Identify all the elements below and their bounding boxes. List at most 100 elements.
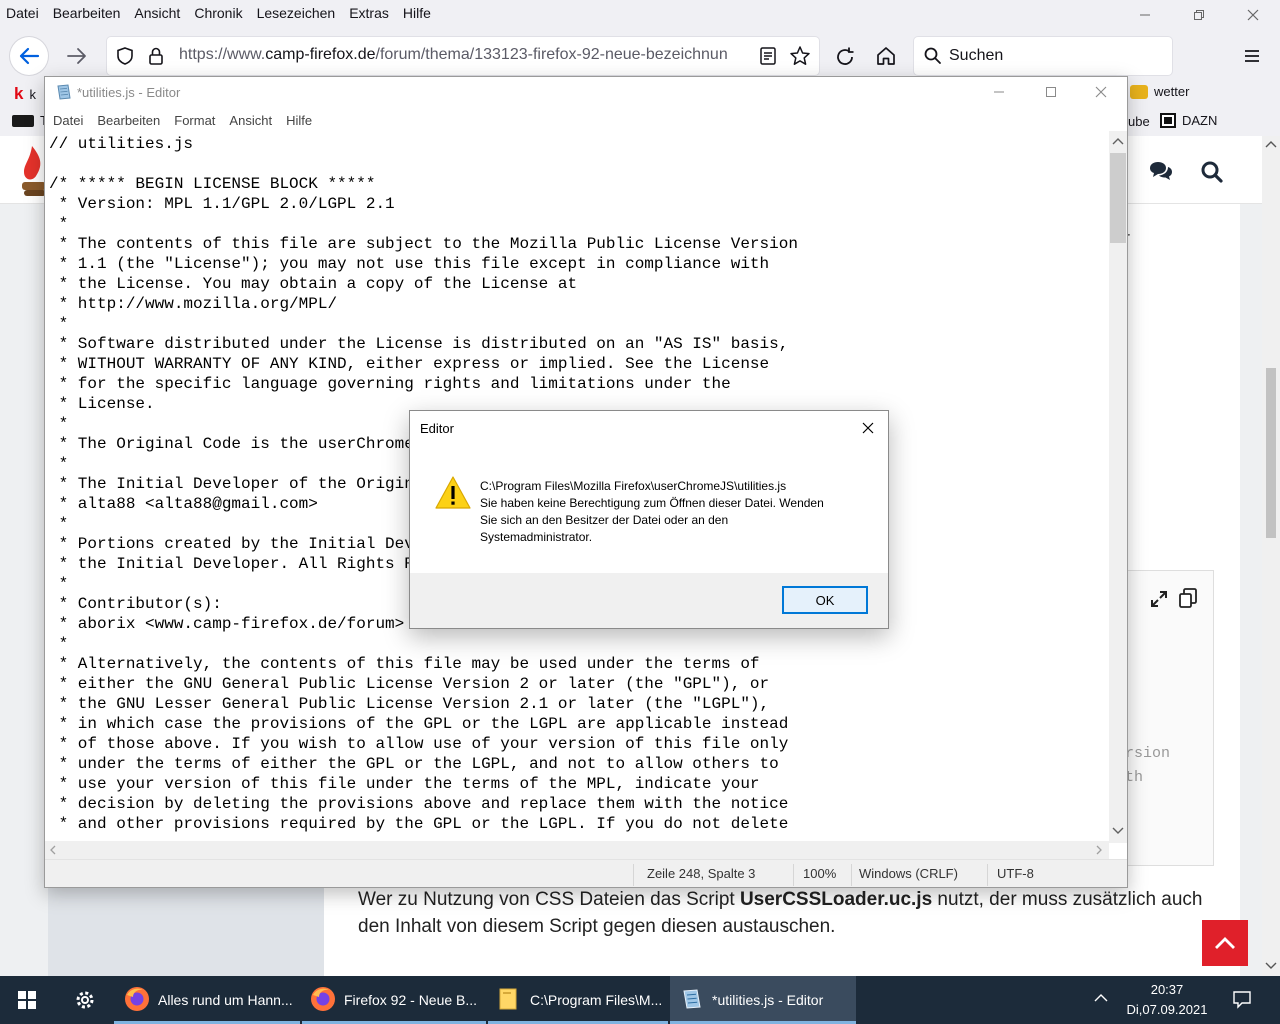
dazn-icon: [1160, 113, 1176, 128]
taskbar-app-label: C:\Program Files\M...: [530, 992, 663, 1008]
copy-icon: [1179, 588, 1197, 608]
notepad-titlebar[interactable]: *utilities.js - Editor: [45, 77, 1127, 109]
page-scrollbar-thumb[interactable]: [1266, 368, 1276, 538]
back-button[interactable]: [10, 37, 48, 75]
start-button[interactable]: [0, 976, 54, 1024]
warning-icon: [434, 475, 472, 514]
bookmark-ube[interactable]: ube: [1128, 114, 1150, 129]
weather-icon: [1130, 84, 1148, 99]
search-icon: [1201, 161, 1223, 183]
post-text-bold: UserCSSLoader.uc.js: [739, 889, 933, 910]
dialog-close-button[interactable]: [848, 411, 888, 445]
chat-button[interactable]: [1148, 160, 1174, 182]
url-host: camp-firefox.de: [265, 46, 376, 63]
taskbar-app-firefox-2[interactable]: Firefox 92 - Neue B...: [302, 976, 486, 1024]
bookmark-dazn[interactable]: DAZN: [1160, 113, 1217, 128]
menu-bearbeiten[interactable]: Bearbeiten: [46, 5, 128, 21]
menu-lesezeichen[interactable]: Lesezeichen: [250, 5, 343, 21]
lock-icon[interactable]: [147, 46, 165, 66]
scroll-to-top-button[interactable]: [1202, 920, 1248, 966]
menu-datei[interactable]: Datei: [0, 5, 46, 21]
home-button[interactable]: [875, 45, 897, 67]
notepad-maximize-button[interactable]: [1025, 77, 1077, 107]
firefox-icon: [124, 986, 150, 1015]
scroll-up-icon[interactable]: [1265, 140, 1277, 148]
settings-button[interactable]: [60, 976, 110, 1024]
expand-button[interactable]: [1149, 589, 1169, 609]
menu-extras[interactable]: Extras: [342, 5, 396, 21]
copy-button[interactable]: [1177, 587, 1199, 609]
np-menu-bearbeiten[interactable]: Bearbeiten: [90, 113, 167, 128]
bookmark-ube-label: ube: [1128, 114, 1150, 129]
url-prefix: https://www.: [179, 46, 266, 63]
clock-date: Di,07.09.2021: [1126, 1002, 1208, 1017]
notepad-vscroll-thumb[interactable]: [1110, 153, 1126, 243]
bookmark-wetter[interactable]: wetter: [1130, 84, 1189, 99]
notepad-horizontal-scrollbar[interactable]: [45, 841, 1109, 859]
post-text-part1: Wer zu Nutzung von CSS Dateien das Scrip…: [358, 889, 740, 910]
scroll-down-icon[interactable]: [1112, 827, 1124, 835]
url-text[interactable]: https://www.camp-firefox.de/forum/thema/…: [179, 46, 745, 64]
taskbar-app-explorer[interactable]: C:\Program Files\M...: [488, 976, 668, 1024]
clock-time: 20:37: [1150, 982, 1184, 997]
site-search-button[interactable]: [1200, 160, 1224, 184]
close-icon: [1247, 9, 1259, 21]
notepad-title: *utilities.js - Editor: [77, 85, 181, 100]
notepad-close-button[interactable]: [1075, 77, 1127, 107]
dialog-footer: OK: [410, 573, 888, 628]
restore-icon: [1194, 10, 1204, 20]
reader-view-icon[interactable]: [759, 46, 777, 66]
minimize-button[interactable]: [1118, 0, 1172, 30]
notepad-vertical-scrollbar[interactable]: [1109, 131, 1127, 843]
taskbar-app-notepad[interactable]: *utilities.js - Editor: [670, 976, 856, 1024]
np-menu-ansicht[interactable]: Ansicht: [222, 113, 279, 128]
page-scrollbar[interactable]: [1262, 136, 1280, 976]
scroll-down-icon[interactable]: [1265, 962, 1277, 970]
scroll-left-icon[interactable]: [49, 845, 57, 855]
scroll-right-icon[interactable]: [1095, 845, 1103, 855]
bookmark-dazn-label: DAZN: [1182, 113, 1218, 128]
notepad-minimize-button[interactable]: [973, 77, 1025, 107]
gear-icon: [76, 991, 94, 1009]
bookmark-t[interactable]: T: [12, 113, 48, 128]
code-fragment-1: rsion: [1125, 745, 1171, 762]
notifications-button[interactable]: [1232, 989, 1252, 1009]
ok-button[interactable]: OK: [782, 586, 868, 614]
taskbar-app-label: Alles rund um Hann...: [158, 992, 293, 1008]
status-position: Zeile 248, Spalte 3: [647, 866, 756, 881]
home-icon: [877, 47, 895, 65]
close-button[interactable]: [1226, 0, 1280, 30]
url-bar[interactable]: https://www.camp-firefox.de/forum/thema/…: [107, 37, 819, 75]
close-icon: [1095, 86, 1107, 98]
search-bar[interactable]: Suchen: [914, 37, 1172, 75]
np-menu-hilfe[interactable]: Hilfe: [279, 113, 319, 128]
chevron-up-icon: [1094, 994, 1108, 1002]
np-menu-datei[interactable]: Datei: [45, 113, 90, 128]
forward-button[interactable]: [58, 37, 96, 75]
bookmark-star-icon[interactable]: [789, 45, 811, 67]
post-text: Wer zu Nutzung von CSS Dateien das Scrip…: [358, 886, 1218, 940]
dialog-message-line1: Sie haben keine Berechtigung zum Öffnen …: [480, 496, 824, 510]
menu-hilfe[interactable]: Hilfe: [396, 5, 438, 21]
hamburger-menu-button[interactable]: [1242, 46, 1262, 66]
windows-logo-icon: [18, 991, 36, 1009]
firefox-navbar: https://www.camp-firefox.de/forum/thema/…: [0, 30, 1280, 80]
clock[interactable]: 20:37 Di,07.09.2021: [1122, 980, 1212, 1020]
shield-icon[interactable]: [115, 46, 135, 66]
bookmark-k[interactable]: k k: [14, 84, 36, 104]
arrow-right-icon: [67, 48, 86, 64]
dialog-path: C:\Program Files\Mozilla Firefox\userChr…: [480, 479, 787, 493]
np-menu-format[interactable]: Format: [167, 113, 222, 128]
taskbar-app-firefox-1[interactable]: Alles rund um Hann...: [114, 976, 300, 1024]
dialog-message-line2: Sie sich an den Besitzer der Datei oder …: [480, 513, 729, 527]
scroll-up-icon[interactable]: [1112, 137, 1124, 145]
tray-chevron-up-button[interactable]: [1094, 993, 1108, 1003]
restore-button[interactable]: [1172, 0, 1226, 30]
bookmark-wetter-label: wetter: [1154, 84, 1190, 99]
close-icon: [862, 422, 874, 434]
maximize-icon: [1046, 87, 1056, 97]
menu-chronik[interactable]: Chronik: [187, 5, 249, 21]
reload-button[interactable]: [834, 46, 856, 68]
menu-ansicht[interactable]: Ansicht: [127, 5, 187, 21]
chevron-up-icon: [1215, 937, 1235, 949]
